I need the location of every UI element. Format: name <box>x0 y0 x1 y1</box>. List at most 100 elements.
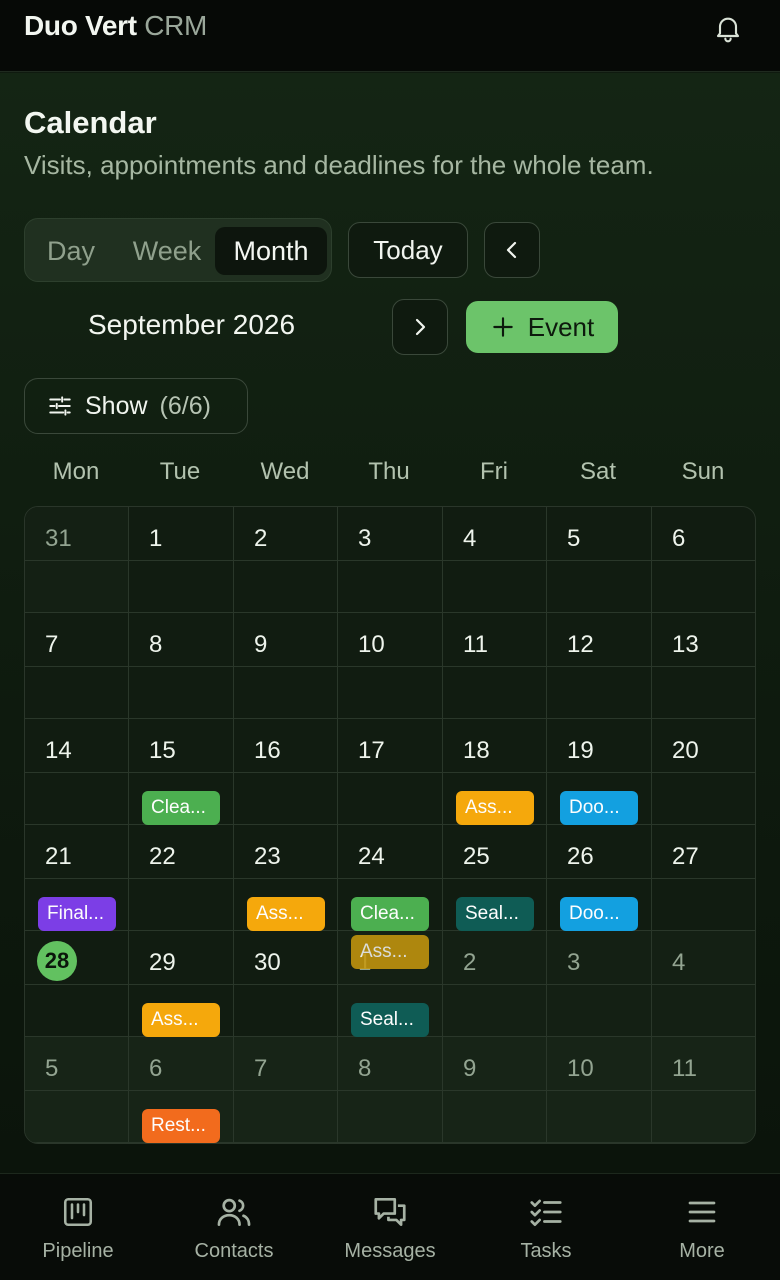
calendar-event-chip[interactable]: Ass... <box>142 1003 220 1037</box>
day-cell[interactable]: 8 <box>338 1037 443 1143</box>
day-number: 4 <box>672 949 686 976</box>
day-cell[interactable]: 5 <box>547 507 652 613</box>
cell-divider <box>547 772 651 773</box>
weekday-header: Mon Tue Wed Thu Fri Sat Sun <box>24 458 756 498</box>
nav-contacts-label: Contacts <box>194 1240 274 1262</box>
nav-pipeline[interactable]: Pipeline <box>0 1174 156 1280</box>
show-filter-count: (6/6) <box>159 391 211 420</box>
today-button[interactable]: Today <box>348 222 468 278</box>
day-number: 13 <box>672 631 699 658</box>
day-number: 24 <box>358 843 385 870</box>
day-cell[interactable]: 4 <box>443 507 547 613</box>
day-cell[interactable]: 31 <box>25 507 129 613</box>
day-number: 19 <box>567 737 594 764</box>
day-number: 5 <box>567 525 581 552</box>
cell-divider <box>547 878 651 879</box>
day-cell[interactable]: 11 <box>652 1037 755 1143</box>
calendar-event-chip[interactable]: Ass... <box>247 897 325 931</box>
day-cell[interactable]: 12 <box>547 613 652 719</box>
previous-month-button[interactable] <box>484 222 540 278</box>
day-cell[interactable]: 11 <box>443 613 547 719</box>
page-subtitle: Visits, appointments and deadlines for t… <box>24 150 654 180</box>
nav-contacts[interactable]: Contacts <box>156 1174 312 1280</box>
day-cell[interactable]: 30 <box>234 931 338 1037</box>
today-date-badge: 28 <box>37 941 77 981</box>
day-cell[interactable]: 3 <box>338 507 443 613</box>
cell-divider <box>338 984 442 985</box>
next-month-button[interactable] <box>392 299 448 355</box>
day-cell[interactable]: 2 <box>234 507 338 613</box>
day-cell[interactable]: 7 <box>234 1037 338 1143</box>
day-cell[interactable]: 1 <box>129 507 234 613</box>
day-cell[interactable]: 5 <box>25 1037 129 1143</box>
day-number: 7 <box>45 631 59 658</box>
cell-divider <box>338 666 442 667</box>
calendar-event-chip[interactable]: Ass... <box>351 935 429 969</box>
nav-messages[interactable]: Messages <box>312 1174 468 1280</box>
day-cell[interactable]: 8 <box>129 613 234 719</box>
brand-sub: CRM <box>144 10 208 41</box>
day-number: 5 <box>45 1055 59 1082</box>
calendar-event-chip[interactable]: Doo... <box>560 791 638 825</box>
calendar-event-chip[interactable]: Final... <box>38 897 116 931</box>
day-number: 17 <box>358 737 385 764</box>
cell-divider <box>234 560 337 561</box>
day-cell[interactable]: 13 <box>652 613 755 719</box>
cell-divider <box>652 772 755 773</box>
weekday-label: Wed <box>260 458 310 485</box>
day-number: 25 <box>463 843 490 870</box>
nav-tasks[interactable]: Tasks <box>468 1174 624 1280</box>
day-cell[interactable]: 27 <box>652 825 755 931</box>
cell-divider <box>234 666 337 667</box>
cell-divider <box>443 666 546 667</box>
nav-more[interactable]: More <box>624 1174 780 1280</box>
kanban-board-icon <box>58 1192 98 1232</box>
nav-tasks-label: Tasks <box>520 1240 572 1262</box>
cell-divider <box>129 772 233 773</box>
cell-divider <box>652 560 755 561</box>
nav-pipeline-label: Pipeline <box>42 1240 114 1262</box>
brand-main: Duo Vert <box>24 10 137 41</box>
day-cell[interactable]: 16 <box>234 719 338 825</box>
cell-divider <box>443 560 546 561</box>
day-cell[interactable]: 4 <box>652 931 755 1037</box>
calendar-event-chip[interactable]: Seal... <box>456 897 534 931</box>
view-month-tab[interactable]: Month <box>215 227 327 275</box>
day-cell[interactable]: 9 <box>443 1037 547 1143</box>
day-number: 29 <box>149 949 176 976</box>
day-cell[interactable]: 28 <box>25 931 129 1037</box>
day-cell[interactable]: 10 <box>338 613 443 719</box>
day-cell[interactable]: 7 <box>25 613 129 719</box>
cell-divider <box>234 984 337 985</box>
day-cell[interactable]: 2 <box>443 931 547 1037</box>
calendar-page: Calendar Visits, appointments and deadli… <box>0 73 780 1173</box>
day-cell[interactable]: 6 <box>652 507 755 613</box>
add-event-button[interactable]: Event <box>466 301 618 353</box>
calendar-event-chip[interactable]: Rest... <box>142 1109 220 1143</box>
day-cell[interactable]: 20 <box>652 719 755 825</box>
calendar-event-chip[interactable]: Doo... <box>560 897 638 931</box>
calendar-event-chip[interactable]: Clea... <box>142 791 220 825</box>
cell-divider <box>234 878 337 879</box>
notifications-bell-icon[interactable] <box>710 10 746 46</box>
cell-divider <box>338 560 442 561</box>
app-brand[interactable]: Duo Vert CRM <box>24 10 207 42</box>
day-cell[interactable]: 22 <box>129 825 234 931</box>
calendar-event-chip[interactable]: Ass... <box>456 791 534 825</box>
day-cell[interactable]: 9 <box>234 613 338 719</box>
day-cell[interactable]: 17 <box>338 719 443 825</box>
day-cell[interactable]: 3 <box>547 931 652 1037</box>
day-cell[interactable]: 10 <box>547 1037 652 1143</box>
day-number: 4 <box>463 525 477 552</box>
day-number: 14 <box>45 737 72 764</box>
calendar-event-chip[interactable]: Seal... <box>351 1003 429 1037</box>
show-filter-button[interactable]: Show (6/6) <box>24 378 248 434</box>
page-title: Calendar <box>24 105 157 140</box>
view-day-tab[interactable]: Day <box>33 227 109 275</box>
day-cell[interactable]: 14 <box>25 719 129 825</box>
calendar-event-chip[interactable]: Clea... <box>351 897 429 931</box>
cell-divider <box>652 1090 755 1091</box>
day-number: 30 <box>254 949 281 976</box>
day-number: 8 <box>149 631 163 658</box>
view-week-tab[interactable]: Week <box>117 227 217 275</box>
